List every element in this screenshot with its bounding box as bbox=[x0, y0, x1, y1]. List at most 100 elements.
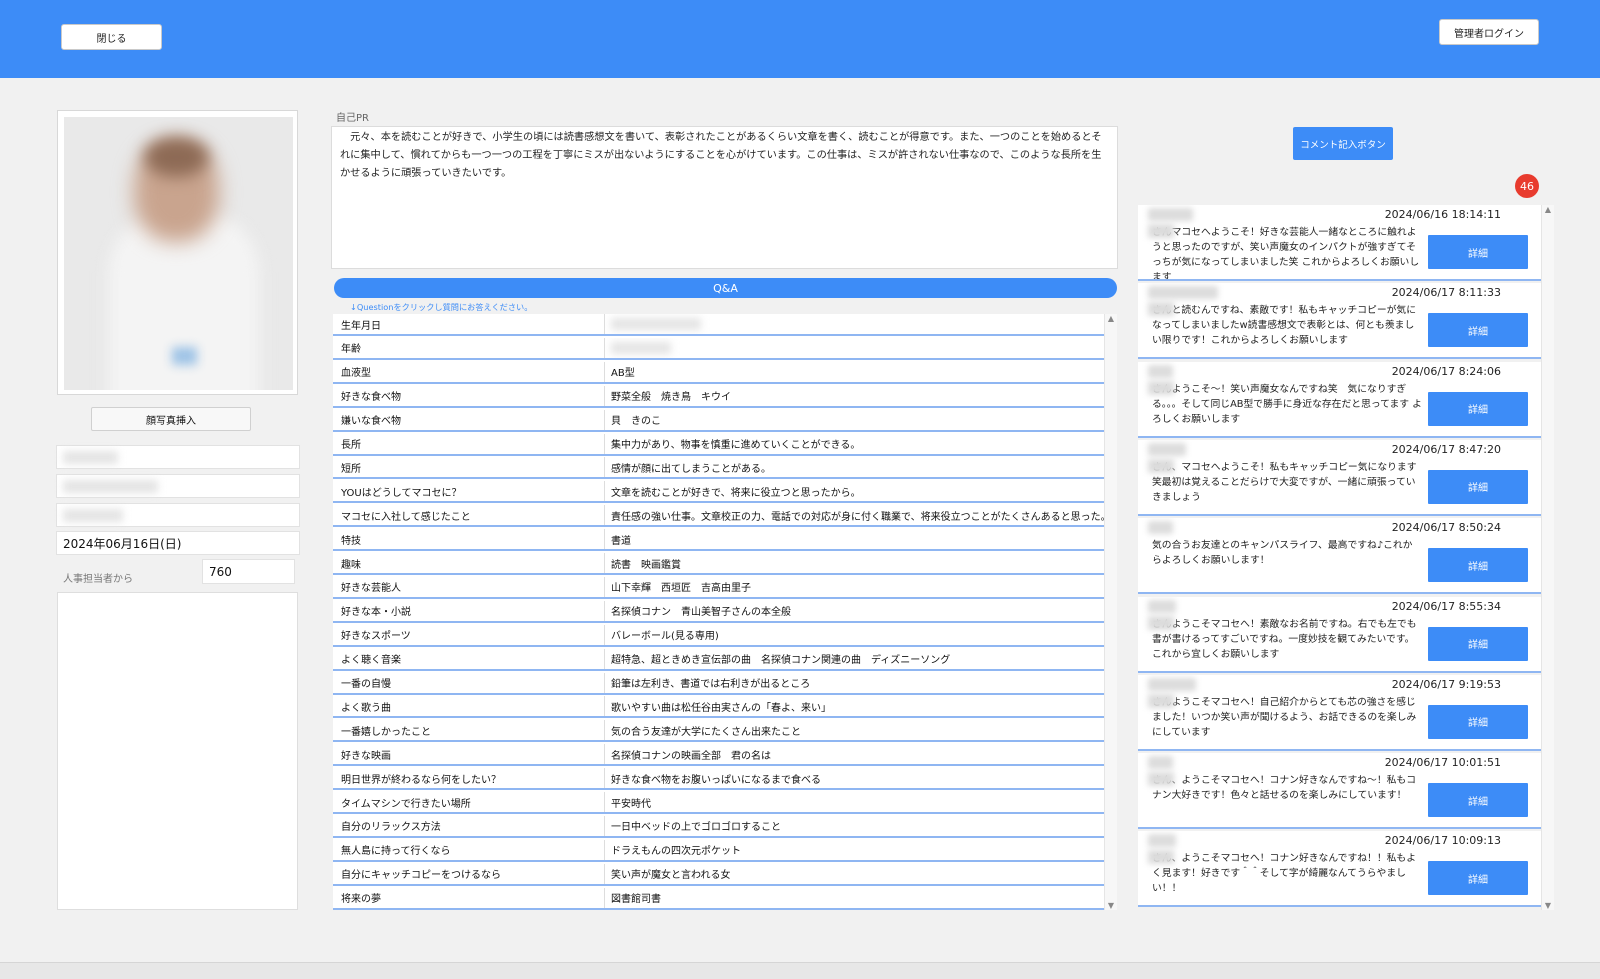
close-button[interactable]: 閉じる bbox=[61, 24, 162, 50]
detail-button[interactable]: 詳細 bbox=[1428, 469, 1528, 504]
qa-question[interactable]: 明日世界が終わるなら何をしたい？ bbox=[333, 768, 605, 789]
qa-question[interactable]: よく聴く音楽 bbox=[333, 648, 605, 669]
qa-table: 生年月日年齢血液型 AB型好きな食べ物 野菜全般 焼き鳥 キウイ 嫌いな食べ物貝 きの… bbox=[333, 314, 1117, 910]
scroll-up-icon[interactable]: ▲ bbox=[1542, 205, 1554, 214]
qa-answer: 鉛筆は左利き、書道では右利きが出るところ bbox=[611, 679, 811, 690]
qa-row: 一番の自慢 鉛筆は左利き、書道では右利きが出るところ bbox=[333, 672, 1104, 695]
qa-question[interactable]: 好きな食べ物 bbox=[333, 385, 605, 406]
qa-row: 好きな食べ物 野菜全般 焼き鳥 キウイ bbox=[333, 385, 1104, 408]
comment-text: さん、ようこそマコセへ！コナン好きなんですね～！私もコナン大好きです！色々と話せ… bbox=[1152, 775, 1417, 802]
qa-question[interactable]: 好きな芸能人 bbox=[333, 576, 605, 597]
comment-date: 2024/06/17 8:50:24 bbox=[1391, 521, 1501, 535]
qa-question[interactable]: 生年月日 bbox=[333, 314, 605, 334]
detail-button[interactable]: 詳細 bbox=[1428, 548, 1528, 583]
qa-row: 一番嬉しかったこと 気の合う友達が大学にたくさん出来たこと bbox=[333, 720, 1104, 743]
detail-button[interactable]: 詳細 bbox=[1428, 391, 1528, 426]
hr-value-field[interactable]: 760 bbox=[202, 559, 295, 584]
join-date-field[interactable]: 2024年06月16日(日) bbox=[56, 531, 300, 555]
qa-answer bbox=[605, 338, 1104, 358]
insert-photo-button[interactable]: 顔写真挿入 bbox=[91, 407, 251, 431]
comment-date: 2024/06/17 8:55:34 bbox=[1391, 599, 1501, 613]
detail-button[interactable]: 詳細 bbox=[1428, 783, 1528, 818]
name-field[interactable] bbox=[56, 445, 300, 469]
comment-card: 2024/06/17 8:24:06 さんようこそ～！笑い声魔女なんですね笑 気に… bbox=[1138, 361, 1541, 438]
qa-answer: 責任感の強い仕事。文章校正の力、電話での対応が身に付く職業で、将来役立つことがた… bbox=[611, 511, 1104, 523]
department-field[interactable] bbox=[56, 503, 300, 527]
qa-row: タイムマシンで行きたい場所 平安時代 bbox=[333, 792, 1104, 814]
memo-area[interactable] bbox=[57, 592, 298, 910]
commenter-name-inline bbox=[1148, 615, 1174, 630]
hr-label: 人事担当者から bbox=[63, 574, 133, 585]
qa-answer: 集中力があり、物事を慎重に進めていくことができる。 bbox=[611, 440, 861, 451]
qa-question[interactable]: 自分にキャッチコピーをつけるなら bbox=[333, 863, 605, 884]
qa-row: 生年月日 bbox=[333, 314, 1104, 336]
qa-question[interactable]: 嫌いな食べ物 bbox=[333, 409, 605, 430]
detail-button[interactable]: 詳細 bbox=[1428, 861, 1528, 896]
qa-row: YOUはどうしてマコセに？ 文章を読むことが好きで、将来に役立つと思ったから。 bbox=[333, 481, 1104, 504]
qa-row: 趣味 読書 映画鑑賞 bbox=[333, 553, 1104, 575]
top-header-bar: 閉じる 管理者ログイン bbox=[0, 0, 1600, 78]
qa-question[interactable]: 好きなスポーツ bbox=[333, 624, 605, 645]
scroll-down-icon[interactable]: ▼ bbox=[1542, 901, 1554, 910]
admin-login-button[interactable]: 管理者ログイン bbox=[1439, 19, 1539, 45]
qa-question[interactable]: 無人島に持って行くなら bbox=[333, 839, 605, 860]
comment-text: さんようこそマコセへ！素敵なお名前ですね。右でも左でも書が書けるってすごいですね… bbox=[1152, 618, 1417, 660]
qa-question[interactable]: 好きな本・小説 bbox=[333, 600, 605, 621]
commenter-name bbox=[1148, 834, 1176, 848]
qa-answer: AB型 bbox=[611, 368, 635, 380]
qa-question[interactable]: 一番の自慢 bbox=[333, 672, 605, 693]
detail-button[interactable]: 詳細 bbox=[1428, 313, 1528, 348]
self-pr-label: 自己PR bbox=[336, 113, 369, 124]
qa-question[interactable]: 特技 bbox=[333, 529, 605, 550]
qa-question[interactable]: YOUはどうしてマコセに？ bbox=[333, 481, 605, 502]
detail-button[interactable]: 詳細 bbox=[1428, 235, 1528, 269]
qa-answer: 笑い声が魔女と言われる女 bbox=[611, 870, 731, 882]
qa-hint: ↓Questionをクリックし質問にお答えください。 bbox=[350, 302, 533, 312]
qa-question[interactable]: 将来の夢 bbox=[333, 887, 605, 908]
qa-row: 年齢 bbox=[333, 337, 1104, 360]
scroll-down-icon[interactable]: ▼ bbox=[1105, 901, 1117, 910]
commenter-name bbox=[1148, 442, 1186, 456]
qa-header-bar[interactable]: Q&A bbox=[334, 278, 1117, 298]
qa-row: 好きなスポーツ バレーボール(見る専用) bbox=[333, 624, 1104, 647]
qa-row: よく歌う曲 歌いやすい曲は松任谷由実さんの「春よ、来い」 bbox=[333, 696, 1104, 719]
qa-question[interactable]: 長所 bbox=[333, 433, 605, 454]
qa-scrollbar[interactable]: ▲ ▼ bbox=[1104, 314, 1117, 910]
qa-question[interactable]: タイムマシンで行きたい場所 bbox=[333, 792, 605, 812]
qa-answer: 書道 bbox=[611, 535, 631, 547]
qa-answer: バレーボール(見る専用) bbox=[611, 631, 719, 643]
self-pr-textarea[interactable]: 元々、本を読むことが好きで、小学生の頃には読書感想文を書いて、表彰されたことがあ… bbox=[331, 126, 1118, 269]
qa-question[interactable]: マコセに入社して感じたこと bbox=[333, 505, 605, 526]
comment-list: 2024/06/16 18:14:11 さんマコセへようこそ！好きな芸能人一緒なと… bbox=[1138, 205, 1554, 910]
qa-question[interactable]: 短所 bbox=[333, 457, 605, 478]
comment-scrollbar[interactable]: ▲ ▼ bbox=[1541, 205, 1554, 910]
qa-row: 嫌いな食べ物貝 きのこ bbox=[333, 409, 1104, 432]
qa-question[interactable]: 年齢 bbox=[333, 337, 605, 358]
qa-answer: 好きな食べ物をお腹いっぱいになるまで食べる bbox=[611, 774, 821, 786]
commenter-name bbox=[1148, 521, 1173, 535]
commenter-name-inline bbox=[1148, 458, 1174, 473]
detail-button[interactable]: 詳細 bbox=[1428, 626, 1528, 661]
write-comment-button[interactable]: コメント記入ボタン bbox=[1293, 127, 1393, 160]
qa-row: 自分にキャッチコピーをつけるなら 笑い声が魔女と言われる女 bbox=[333, 863, 1104, 886]
qa-question[interactable]: 自分のリラックス方法 bbox=[333, 815, 605, 836]
scroll-up-icon[interactable]: ▲ bbox=[1105, 314, 1117, 323]
qa-answer: ドラえもんの四次元ポケット bbox=[611, 846, 741, 858]
commenter-name bbox=[1148, 677, 1196, 691]
qa-answer: 平安時代 bbox=[611, 798, 651, 810]
commenter-name bbox=[1148, 208, 1193, 221]
qa-row: 短所 感情が顔に出てしまうことがある。 bbox=[333, 457, 1104, 480]
comment-text: 気の合うお友達とのキャンパスライフ、最高ですね♪これからよろしくお願いします！ bbox=[1152, 540, 1413, 567]
qa-question[interactable]: 一番嬉しかったこと bbox=[333, 720, 605, 741]
qa-question[interactable]: 好きな映画 bbox=[333, 744, 605, 765]
kana-field[interactable] bbox=[56, 474, 300, 498]
qa-answer: 一日中ベッドの上でゴロゴロすること bbox=[611, 822, 781, 834]
qa-row: マコセに入社して感じたこと 責任感の強い仕事。文章校正の力、電話での対応が身に付く… bbox=[333, 505, 1104, 528]
qa-question[interactable]: 血液型 bbox=[333, 361, 605, 382]
comment-card: 2024/06/17 8:47:20 さん、マコセへようこそ！私もキャッチコピー気… bbox=[1138, 439, 1541, 516]
qa-question[interactable]: よく歌う曲 bbox=[333, 696, 605, 717]
detail-button[interactable]: 詳細 bbox=[1428, 704, 1528, 739]
comment-date: 2024/06/17 10:01:51 bbox=[1384, 756, 1501, 770]
qa-question[interactable]: 趣味 bbox=[333, 553, 605, 573]
qa-row: よく聴く音楽 超特急、超ときめき宣伝部の曲 名探偵コナン関連の曲 ディズニーソング bbox=[333, 648, 1104, 671]
